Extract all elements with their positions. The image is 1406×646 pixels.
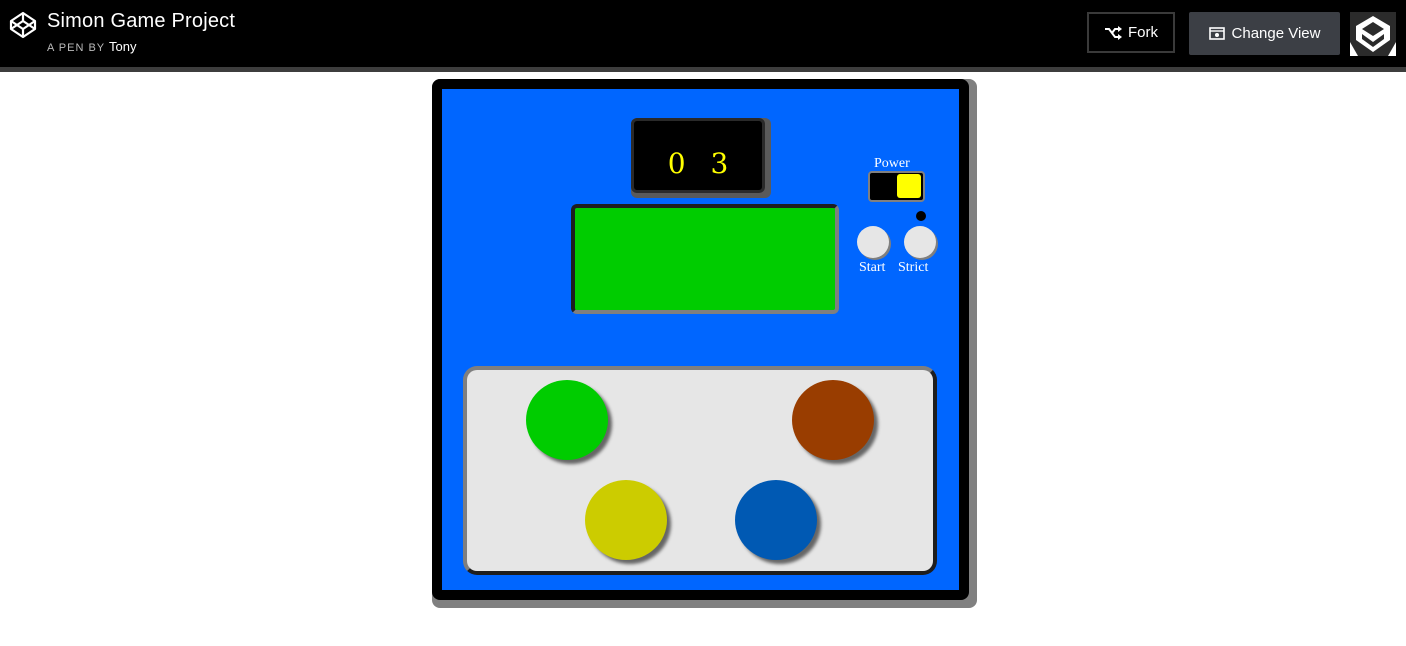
fork-label: Fork	[1128, 24, 1158, 41]
avatar-pattern-icon	[1350, 12, 1396, 56]
author-link[interactable]: Tony	[109, 39, 136, 54]
user-avatar[interactable]	[1350, 12, 1396, 56]
blue-pad-button[interactable]	[735, 480, 817, 560]
green-pad-button[interactable]	[526, 380, 608, 460]
codepen-logo-icon[interactable]	[9, 11, 37, 39]
power-switch-knob[interactable]	[897, 174, 921, 198]
start-label: Start	[859, 260, 886, 275]
brown-pad-button[interactable]	[792, 380, 874, 460]
yellow-pad-button[interactable]	[585, 480, 667, 560]
round-counter: 0 3	[631, 118, 765, 193]
fork-icon	[1105, 25, 1122, 40]
power-label: Power	[874, 156, 910, 171]
status-display	[571, 204, 839, 314]
change-view-button[interactable]: Change View	[1189, 12, 1340, 55]
change-view-label: Change View	[1231, 25, 1321, 42]
fork-button[interactable]: Fork	[1087, 12, 1175, 53]
start-button[interactable]	[857, 226, 889, 258]
pen-title[interactable]: Simon Game Project	[47, 10, 235, 33]
byline-prefix: A PEN BY	[47, 42, 105, 54]
strict-label: Strict	[898, 260, 929, 275]
change-view-icon	[1208, 27, 1225, 40]
pen-byline: A PEN BY Tony	[47, 39, 136, 54]
strict-indicator-led	[916, 211, 926, 221]
counter-value: 0 3	[667, 147, 737, 180]
top-bar: Simon Game Project A PEN BY Tony Fork Ch…	[0, 0, 1406, 72]
strict-button[interactable]	[904, 226, 936, 258]
